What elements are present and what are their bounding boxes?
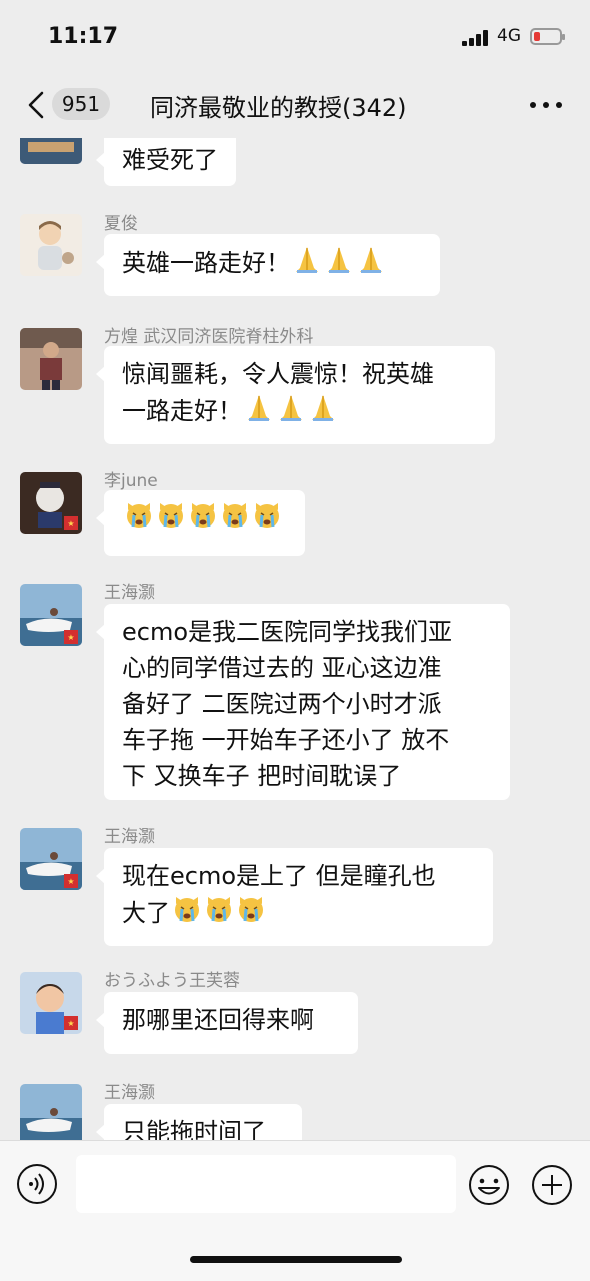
message-text: 下 又换车子 把时间耽误了	[122, 762, 402, 790]
more-options-icon[interactable]	[530, 102, 562, 110]
crying-cat-icon	[236, 894, 266, 934]
pray-icon	[308, 392, 338, 432]
sender-name: おうふよう王芙蓉	[104, 971, 240, 991]
message-text: ecmo是我二医院同学找我们亚	[122, 618, 453, 646]
status-bar: 11:17 4G	[0, 0, 590, 74]
avatar[interactable]: ★	[20, 472, 82, 534]
avatar[interactable]	[20, 138, 82, 164]
message-bubble[interactable]: 只能拖时间了	[96, 1104, 302, 1140]
pray-icon	[292, 244, 322, 284]
message-text: 车子拖 一开始车子还小了 放不	[122, 726, 450, 754]
crying-cat-icon	[204, 894, 234, 934]
message-bubble[interactable]: ecmo是我二医院同学找我们亚 心的同学借过去的 亚心这边准 备好了 二医院过两…	[96, 604, 510, 800]
crying-cat-icon	[156, 500, 186, 540]
pray-icon	[276, 392, 306, 432]
message-text: 那哪里还回得来啊	[122, 1006, 314, 1034]
network-type: 4G	[497, 26, 521, 46]
message-bubble[interactable]	[96, 490, 305, 556]
message-text: 难受死了	[122, 146, 218, 174]
message-text: 备好了 二医院过两个小时才派	[122, 690, 442, 718]
message-text: 英雄一路走好！	[122, 244, 422, 284]
chat-message-list[interactable]: 难受死了 夏俊 英雄一路走好！ 方煌 武汉同济医院脊柱外科 惊闻噩耗，令人震惊！…	[0, 138, 590, 1140]
crying-cat-icon	[220, 500, 250, 540]
message-input[interactable]	[76, 1155, 456, 1213]
sender-name: 王海灏	[104, 827, 155, 847]
message-text: 心的同学借过去的 亚心这边准	[122, 654, 442, 682]
crying-cat-icon	[172, 894, 202, 934]
svg-text:★: ★	[67, 877, 74, 886]
avatar[interactable]	[20, 214, 82, 276]
message-bubble[interactable]: 英雄一路走好！	[96, 234, 440, 296]
sender-name: 王海灏	[104, 583, 155, 603]
svg-text:★: ★	[67, 633, 74, 642]
unread-count-badge[interactable]: 951	[52, 88, 110, 120]
crying-cat-icon	[252, 500, 282, 540]
chat-header: 951 同济最敬业的教授(342)	[0, 74, 590, 138]
avatar[interactable]: ★	[20, 584, 82, 646]
voice-icon[interactable]	[16, 1163, 58, 1205]
signal-icon	[462, 30, 492, 46]
avatar[interactable]: ★	[20, 828, 82, 890]
message-text	[122, 500, 287, 540]
back-chevron-icon[interactable]	[22, 90, 52, 120]
crying-cat-icon	[188, 500, 218, 540]
message-bubble[interactable]: 惊闻噩耗，令人震惊！祝英雄 一路走好！	[96, 346, 495, 444]
crying-cat-icon	[124, 500, 154, 540]
group-title: 同济最敬业的教授(342)	[150, 94, 407, 122]
plus-icon[interactable]	[530, 1163, 574, 1207]
pray-icon	[356, 244, 386, 284]
emoji-icon[interactable]	[467, 1163, 511, 1207]
message-bubble[interactable]: 现在ecmo是上了 但是瞳孔也 大了	[96, 848, 493, 946]
avatar[interactable]: ★	[20, 972, 82, 1034]
avatar[interactable]	[20, 328, 82, 390]
message-text: 惊闻噩耗，令人震惊！祝英雄	[122, 360, 434, 388]
avatar[interactable]	[20, 1084, 82, 1140]
message-text: 大了	[122, 894, 475, 934]
message-text: 现在ecmo是上了 但是瞳孔也	[122, 862, 436, 890]
pray-icon	[244, 392, 274, 432]
message-text: 只能拖时间了	[122, 1118, 266, 1140]
message-text: 一路走好！	[122, 392, 477, 432]
svg-text:★: ★	[67, 1019, 74, 1028]
message-bubble[interactable]: 难受死了	[96, 138, 236, 186]
battery-icon	[530, 28, 565, 45]
message-bubble[interactable]: 那哪里还回得来啊	[96, 992, 358, 1054]
home-indicator	[190, 1256, 402, 1263]
sender-name: 王海灏	[104, 1083, 155, 1103]
sender-name: 夏俊	[104, 214, 138, 234]
sender-name: 李june	[104, 471, 158, 491]
sender-name: 方煌 武汉同济医院脊柱外科	[104, 327, 314, 347]
pray-icon	[324, 244, 354, 284]
svg-text:★: ★	[67, 519, 74, 528]
status-time: 11:17	[48, 24, 119, 49]
